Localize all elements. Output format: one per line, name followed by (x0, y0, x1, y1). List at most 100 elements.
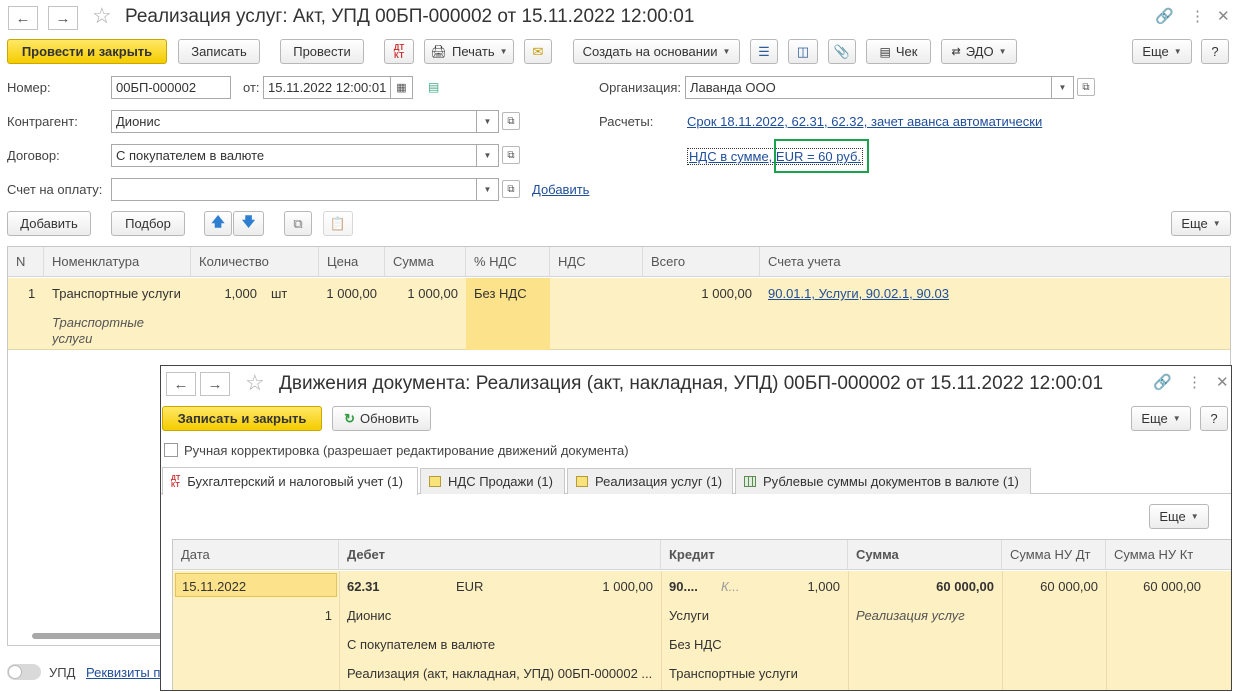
row-credit-qty[interactable]: 1,000 (763, 579, 840, 594)
row-sum[interactable]: 60 000,00 (856, 579, 994, 594)
paste-button[interactable]: 📋 (323, 211, 353, 236)
tab-services-sales[interactable]: Реализация услуг (1) (567, 468, 733, 494)
row-item[interactable]: Транспортные услуги (52, 286, 181, 301)
row-debit-subconto-2[interactable]: С покупателем в валюте (347, 637, 495, 652)
add-invoice-link[interactable]: Добавить (532, 182, 589, 197)
contract-dropdown[interactable]: ▼ (477, 144, 499, 167)
row-accounts-link[interactable]: 90.01.1, Услуги, 90.02.1, 90.03 (768, 286, 949, 301)
copy-row-button[interactable]: ⧉ (284, 211, 312, 236)
col-header-total[interactable]: Всего (643, 247, 760, 277)
row-qty[interactable]: 1,000 (195, 286, 257, 301)
more-vert-icon[interactable]: ⋮ (1187, 373, 1202, 391)
more-vert-icon[interactable]: ⋮ (1190, 7, 1205, 25)
contract-field[interactable]: С покупателем в валюте (111, 144, 477, 167)
row-unit[interactable]: шт (271, 286, 287, 301)
refresh-button[interactable]: ↻ Обновить (332, 406, 431, 431)
row-sum[interactable]: 1 000,00 (385, 286, 458, 301)
organization-field[interactable]: Лаванда ООО (685, 76, 1052, 99)
row-credit-subconto-3[interactable]: Транспортные услуги (669, 666, 798, 681)
more-button[interactable]: Еще ▼ (1132, 39, 1192, 64)
col-header-debit[interactable]: Дебет (339, 540, 661, 570)
contract-open-button[interactable]: ⧉ (502, 146, 520, 164)
help-button[interactable]: ? (1201, 39, 1229, 64)
col-header-sum-nu-kt[interactable]: Сумма НУ Кт (1106, 540, 1231, 570)
counterparty-open-button[interactable]: ⧉ (502, 112, 520, 130)
pick-button[interactable]: Подбор (111, 211, 185, 236)
back-button[interactable]: ← (8, 6, 38, 30)
create-based-on-button[interactable]: Создать на основании ▼ (573, 39, 740, 64)
link-icon[interactable]: 🔗 (1153, 373, 1172, 391)
col-header-item[interactable]: Номенклатура (44, 247, 191, 277)
invoice-field[interactable] (111, 178, 477, 201)
col-header-qty[interactable]: Количество (191, 247, 319, 277)
col-header-sum[interactable]: Сумма (848, 540, 1002, 570)
counterparty-dropdown[interactable]: ▼ (477, 110, 499, 133)
move-down-button[interactable]: 🡇 (233, 211, 264, 236)
col-header-date[interactable]: Дата (173, 540, 339, 570)
close-icon[interactable]: ✕ (1217, 7, 1230, 25)
edo-button[interactable]: ⇄ ЭДО ▼ (941, 39, 1017, 64)
counterparty-field[interactable]: Дионис (111, 110, 477, 133)
grid-more-button[interactable]: Еще ▼ (1149, 504, 1209, 529)
table-row[interactable]: 1 Транспортные услуги Транспортные услуг… (8, 278, 1230, 350)
col-header-n[interactable]: N (8, 247, 44, 277)
upd-toggle[interactable] (7, 664, 41, 680)
write-and-close-button[interactable]: Записать и закрыть (162, 406, 322, 431)
date-field[interactable]: 15.11.2022 12:00:01 (263, 76, 391, 99)
col-header-sum[interactable]: Сумма (385, 247, 466, 277)
row-credit-k[interactable]: К... (721, 579, 740, 594)
structure-button[interactable]: ◫ (788, 39, 818, 64)
movements-forward-button[interactable]: → (200, 372, 230, 396)
post-and-close-button[interactable]: Провести и закрыть (7, 39, 167, 64)
requisites-link[interactable]: Реквизиты п (86, 665, 160, 680)
invoice-dropdown[interactable]: ▼ (477, 178, 499, 201)
row-date[interactable]: 15.11.2022 (182, 579, 246, 594)
organization-dropdown[interactable]: ▼ (1052, 76, 1074, 99)
movements-back-button[interactable]: ← (166, 372, 196, 396)
row-sum-nu-kt[interactable]: 60 000,00 (1114, 579, 1201, 594)
favorite-star-icon[interactable]: ☆ (92, 3, 112, 29)
tab-vat-sales[interactable]: НДС Продажи (1) (420, 468, 565, 494)
col-header-accounts[interactable]: Счета учета (760, 247, 1230, 277)
organization-open-button[interactable]: ⧉ (1077, 78, 1095, 96)
row-sum-nu-dt[interactable]: 60 000,00 (1010, 579, 1098, 594)
write-button[interactable]: Записать (178, 39, 260, 64)
row-debit-currency[interactable]: EUR (456, 579, 483, 594)
invoice-open-button[interactable]: ⧉ (502, 180, 520, 198)
table-row[interactable]: 15.11.2022 1 62.31 EUR 1 000,00 Дионис С… (173, 571, 1231, 690)
movements-help-button[interactable]: ? (1200, 406, 1228, 431)
row-total[interactable]: 1 000,00 (643, 286, 752, 301)
calendar-button[interactable]: ▦ (391, 76, 413, 99)
number-field[interactable]: 00БП-000002 (111, 76, 231, 99)
move-up-button[interactable]: 🡅 (204, 211, 232, 236)
tab-ruble-sums[interactable]: Рублевые суммы документов в валюте (1) (735, 468, 1031, 494)
attach-button[interactable]: 📎 (828, 39, 856, 64)
check-button[interactable]: ▤ Чек (866, 39, 931, 64)
row-debit-subconto-3[interactable]: Реализация (акт, накладная, УПД) 00БП-00… (347, 666, 657, 681)
col-header-price[interactable]: Цена (319, 247, 385, 277)
add-row-button[interactable]: Добавить (7, 211, 91, 236)
manual-correction-checkbox[interactable] (164, 443, 178, 457)
comment-icon[interactable]: ▤ (428, 80, 439, 94)
row-credit-subconto-1[interactable]: Услуги (669, 608, 709, 623)
print-button[interactable]: 🖨 Печать ▼ (424, 39, 514, 64)
col-header-vat[interactable]: НДС (550, 247, 643, 277)
post-button[interactable]: Провести (280, 39, 364, 64)
movements-favorite-star-icon[interactable]: ☆ (245, 370, 265, 396)
col-header-credit[interactable]: Кредит (661, 540, 848, 570)
forward-button[interactable]: → (48, 6, 78, 30)
col-header-vat-rate[interactable]: % НДС (466, 247, 550, 277)
row-debit-amount[interactable]: 1 000,00 (537, 579, 653, 594)
row-vat-rate[interactable]: Без НДС (474, 286, 527, 301)
row-content[interactable]: Реализация услуг (856, 608, 965, 623)
table-more-button[interactable]: Еще ▼ (1171, 211, 1231, 236)
link-icon[interactable]: 🔗 (1155, 7, 1174, 25)
col-header-sum-nu-dt[interactable]: Сумма НУ Дт (1002, 540, 1106, 570)
row-credit-subconto-2[interactable]: Без НДС (669, 637, 722, 652)
row-credit-account[interactable]: 90.... (669, 579, 698, 594)
horizontal-scrollbar[interactable] (32, 633, 172, 639)
close-icon[interactable]: ✕ (1216, 373, 1229, 391)
settlements-link[interactable]: Срок 18.11.2022, 62.31, 62.32, зачет ава… (687, 114, 1042, 129)
row-debit-subconto-1[interactable]: Дионис (347, 608, 391, 623)
email-button[interactable]: ✉ (524, 39, 552, 64)
